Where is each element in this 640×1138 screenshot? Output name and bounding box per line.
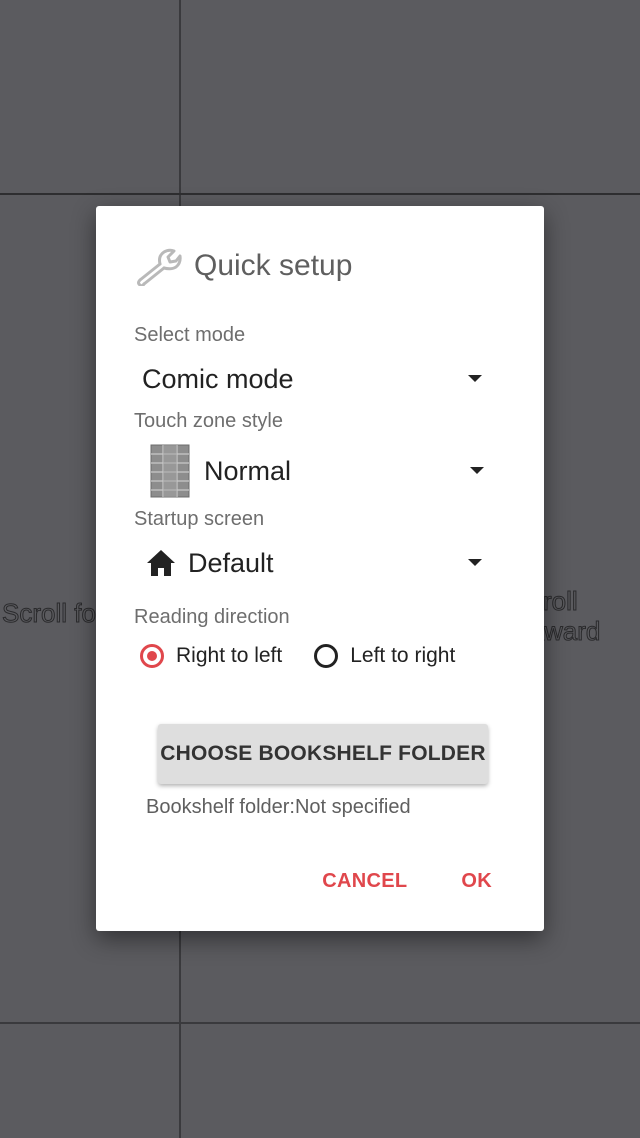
dialog-actions: CANCEL OK xyxy=(322,870,492,893)
dialog-header: Quick setup xyxy=(134,244,352,288)
touch-zone-style-label: Touch zone style xyxy=(134,410,283,432)
wrench-icon xyxy=(137,248,182,286)
radio-right-to-left[interactable]: Right to left xyxy=(140,644,282,668)
select-mode-dropdown[interactable]: Comic mode xyxy=(142,354,482,404)
bookshelf-folder-status: Bookshelf folder:Not specified xyxy=(146,796,411,818)
select-mode-value: Comic mode xyxy=(142,363,294,394)
radio-left-to-right[interactable]: Left to right xyxy=(314,644,455,668)
startup-screen-value: Default xyxy=(188,547,274,578)
quick-setup-dialog: Quick setup Select mode Comic mode Touch… xyxy=(96,206,544,931)
ok-button[interactable]: OK xyxy=(461,870,492,893)
touch-zone-divider-top xyxy=(0,193,640,195)
chevron-down-icon xyxy=(468,375,482,382)
radio-left-to-right-label: Left to right xyxy=(350,644,456,667)
reader-screen: Scroll fo croll ckward Quick setup Selec… xyxy=(0,0,640,1138)
chevron-down-icon xyxy=(470,467,484,474)
home-icon xyxy=(147,550,175,576)
reading-direction-radio-group: Right to left Left to right xyxy=(140,644,487,668)
touch-zone-divider-bottom xyxy=(0,1022,640,1024)
touch-zone-style-value: Normal xyxy=(204,455,292,486)
scroll-forward-zone-label: Scroll fo xyxy=(2,598,97,629)
dialog-title: Quick setup xyxy=(194,249,353,282)
startup-screen-label: Startup screen xyxy=(134,508,265,530)
radio-checked-icon xyxy=(140,644,164,668)
radio-right-to-left-label: Right to left xyxy=(176,644,283,667)
radio-unchecked-icon xyxy=(314,644,339,668)
cancel-button[interactable]: CANCEL xyxy=(322,870,407,893)
touch-zone-style-dropdown[interactable]: Normal xyxy=(144,442,484,500)
startup-screen-dropdown[interactable]: Default xyxy=(142,538,482,588)
touch-zone-grid-icon xyxy=(150,444,190,498)
select-mode-label: Select mode xyxy=(134,324,246,346)
chevron-down-icon xyxy=(468,559,482,566)
choose-bookshelf-folder-button[interactable]: CHOOSE BOOKSHELF FOLDER xyxy=(158,724,488,784)
reading-direction-label: Reading direction xyxy=(134,606,290,628)
